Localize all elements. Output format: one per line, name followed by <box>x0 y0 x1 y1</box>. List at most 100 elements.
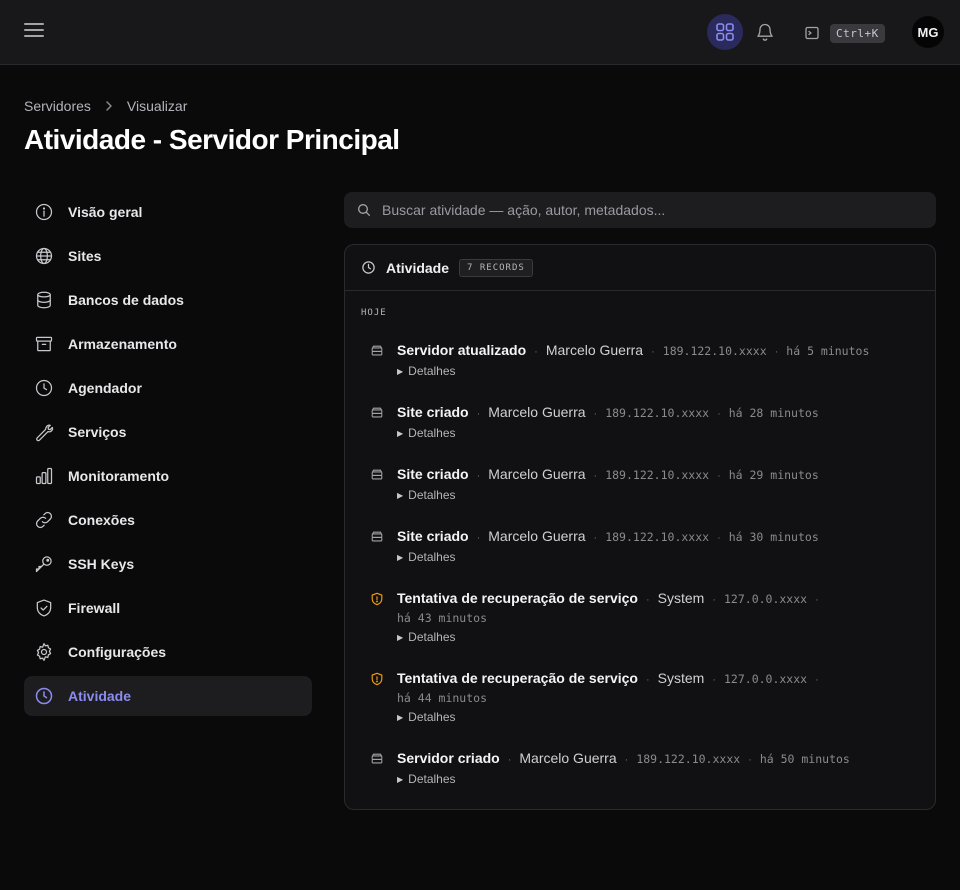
details-toggle[interactable]: ▶ Detalhes <box>397 710 917 724</box>
sidebar-item-atividade[interactable]: Atividade <box>24 676 312 716</box>
archive-icon <box>34 334 54 354</box>
activity-card-title: Atividade <box>386 259 450 276</box>
details-label: Detalhes <box>408 772 456 786</box>
entry-action: Tentativa de recuperação de serviço <box>397 670 638 686</box>
sidebar-item-agendador[interactable]: Agendador <box>24 368 312 408</box>
entry-actor: Marcelo Guerra <box>488 528 586 544</box>
top-bar: Ctrl+K MG <box>0 0 960 65</box>
sidebar-item-firewall[interactable]: Firewall <box>24 588 312 628</box>
entry-actor: Marcelo Guerra <box>519 750 617 766</box>
entry-time: há 30 minutos <box>728 530 819 544</box>
entry-time: há 29 minutos <box>728 468 819 482</box>
entry-actor: Marcelo Guerra <box>545 342 644 358</box>
entry-ip: 189.122.10.xxxx <box>662 344 767 358</box>
details-toggle[interactable]: ▶ Detalhes <box>397 364 917 378</box>
bell-icon <box>757 23 773 41</box>
sidebar-item-sites[interactable]: Sites <box>24 236 312 276</box>
bar-chart-icon <box>34 466 54 486</box>
activity-entry: Servidor atualizado · Marcelo Guerra · 1… <box>369 341 917 378</box>
sidebar-item-configuracoes[interactable]: Configurações <box>24 632 312 672</box>
activity-entry: Site criado · Marcelo Guerra · 189.122.1… <box>369 527 917 564</box>
sidebar-item-label: Sites <box>68 248 102 264</box>
details-label: Detalhes <box>408 630 456 644</box>
entry-action: Servidor criado <box>397 750 500 766</box>
sidebar-item-label: Firewall <box>68 600 121 616</box>
entry-ip: 189.122.10.xxxx <box>605 530 710 544</box>
search-bar <box>344 192 936 228</box>
entry-actor: System <box>657 590 705 606</box>
server-icon <box>369 467 385 483</box>
sidebar-item-label: Atividade <box>68 688 132 704</box>
entry-time: há 28 minutos <box>728 406 819 420</box>
details-toggle[interactable]: ▶ Detalhes <box>397 550 917 564</box>
details-toggle[interactable]: ▶ Detalhes <box>397 488 917 502</box>
clock-icon <box>34 686 54 706</box>
sidebar-item-bancos-de-dados[interactable]: Bancos de dados <box>24 280 312 320</box>
shield-alert-icon <box>369 591 385 607</box>
shield-check-icon <box>34 598 54 618</box>
wrench-icon <box>34 422 54 442</box>
sidebar: Visão geral Sites Bancos de dados Armaze… <box>24 192 312 720</box>
details-toggle[interactable]: ▶ Detalhes <box>397 426 917 440</box>
entry-action: Site criado <box>397 404 469 420</box>
activity-entry: Site criado · Marcelo Guerra · 189.122.1… <box>369 403 917 440</box>
breadcrumb: Servidores Visualizar <box>24 97 187 115</box>
entry-time: há 44 minutos <box>397 691 488 705</box>
search-icon <box>358 204 370 216</box>
server-icon <box>369 529 385 545</box>
sidebar-item-ssh-keys[interactable]: SSH Keys <box>24 544 312 584</box>
server-icon <box>369 343 385 359</box>
server-icon <box>369 405 385 421</box>
sidebar-item-label: Agendador <box>68 380 142 396</box>
details-toggle[interactable]: ▶ Detalhes <box>397 772 917 786</box>
globe-icon <box>34 246 54 266</box>
details-label: Detalhes <box>408 426 456 440</box>
database-icon <box>34 290 54 310</box>
breadcrumb-servidores[interactable]: Servidores <box>24 98 91 114</box>
avatar[interactable]: MG <box>912 16 944 48</box>
sidebar-item-label: Armazenamento <box>68 336 177 352</box>
details-toggle[interactable]: ▶ Detalhes <box>397 630 917 644</box>
entry-ip: 189.122.10.xxxx <box>636 752 741 766</box>
details-label: Detalhes <box>408 710 456 724</box>
search-input[interactable] <box>382 202 936 218</box>
keyboard-shortcut: Ctrl+K <box>830 23 885 43</box>
activity-entry: Site criado · Marcelo Guerra · 189.122.1… <box>369 465 917 502</box>
sidebar-item-visao-geral[interactable]: Visão geral <box>24 192 312 232</box>
entry-time: há 43 minutos <box>397 611 488 625</box>
notifications-button[interactable] <box>752 19 778 45</box>
entry-action: Site criado <box>397 528 469 544</box>
sidebar-item-servicos[interactable]: Serviços <box>24 412 312 452</box>
menu-icon[interactable] <box>24 23 44 41</box>
details-label: Detalhes <box>408 550 456 564</box>
sidebar-item-label: Conexões <box>68 512 135 528</box>
server-icon <box>369 751 385 767</box>
activity-entry: Tentativa de recuperação de serviço · Sy… <box>369 669 917 724</box>
sidebar-item-monitoramento[interactable]: Monitoramento <box>24 456 312 496</box>
records-badge: 7 RECORDS <box>459 258 533 277</box>
section-label-hoje: HOJE <box>361 308 387 318</box>
sidebar-item-conexoes[interactable]: Conexões <box>24 500 312 540</box>
breadcrumb-visualizar[interactable]: Visualizar <box>127 98 187 114</box>
apps-grid-button[interactable] <box>707 14 743 50</box>
apps-grid-icon <box>716 23 734 41</box>
activity-entry: Servidor criado · Marcelo Guerra · 189.1… <box>369 749 917 786</box>
entry-actor: Marcelo Guerra <box>488 466 586 482</box>
sidebar-item-armazenamento[interactable]: Armazenamento <box>24 324 312 364</box>
sidebar-item-label: Serviços <box>68 424 127 440</box>
entry-actor: Marcelo Guerra <box>488 404 586 420</box>
gear-icon <box>34 642 54 662</box>
sidebar-item-label: Visão geral <box>68 204 143 220</box>
activity-card: Atividade 7 RECORDS HOJE Servidor atuali… <box>344 244 936 810</box>
entry-action: Servidor atualizado <box>397 342 527 358</box>
entry-ip: 127.0.0.xxxx <box>724 672 808 686</box>
entry-time: há 50 minutos <box>759 752 850 766</box>
key-icon <box>34 554 54 574</box>
page-title: Atividade - Servidor Principal <box>24 124 400 155</box>
entry-action: Tentativa de recuperação de serviço <box>397 590 638 606</box>
link-icon <box>34 510 54 530</box>
shield-alert-icon <box>369 671 385 687</box>
command-palette-button[interactable]: Ctrl+K <box>804 22 885 44</box>
entry-action: Site criado <box>397 466 469 482</box>
sidebar-item-label: SSH Keys <box>68 556 135 572</box>
